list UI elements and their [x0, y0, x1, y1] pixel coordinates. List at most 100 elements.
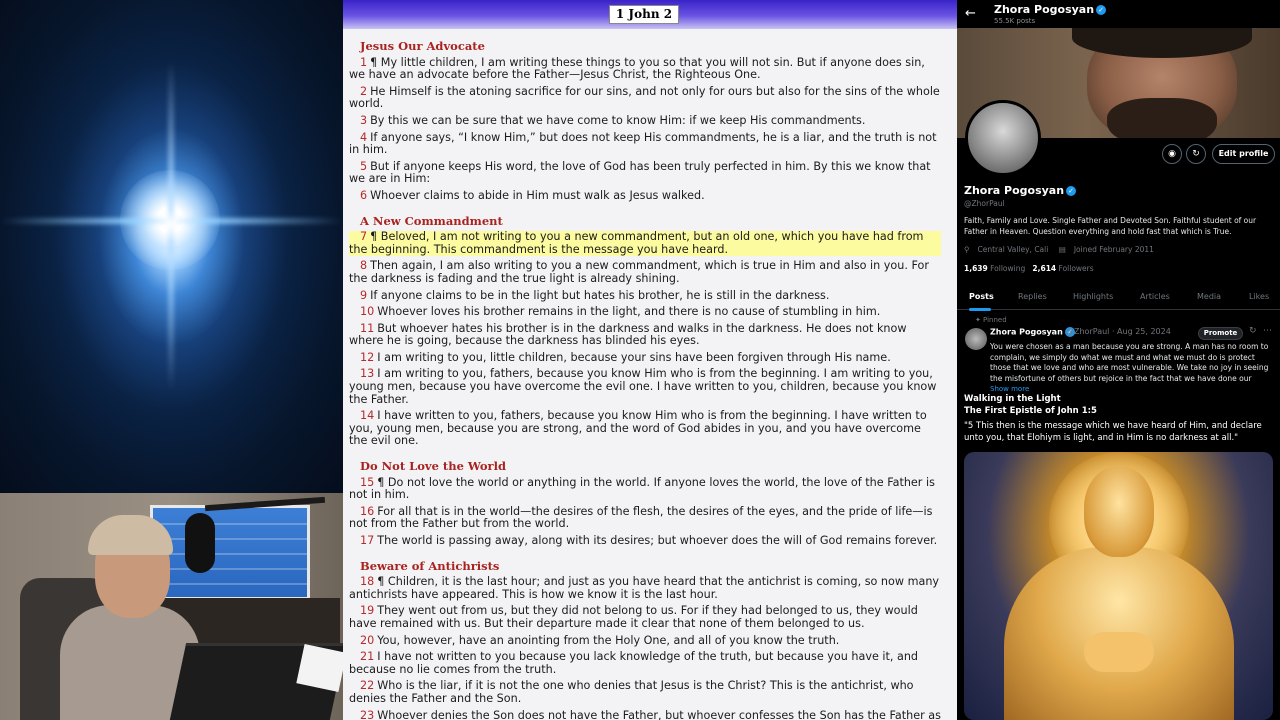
calendar-icon: ▤ — [1058, 245, 1066, 254]
tab-posts[interactable]: Posts — [969, 292, 994, 301]
verse-text: By this we can be sure that we have come… — [370, 113, 866, 127]
profile-meta: ⚲ Central Valley, Cali ▤ Joined February 2… — [964, 245, 1162, 254]
verse-number: 18 — [360, 575, 375, 589]
tab-media[interactable]: Media — [1197, 292, 1221, 301]
promote-button[interactable]: Promote — [1198, 327, 1243, 340]
verse-text: They went out from us, but they did not … — [349, 604, 918, 630]
following-count[interactable]: 1,639 — [964, 264, 988, 273]
verse[interactable]: 13 I am writing to you, fathers, because … — [349, 368, 941, 406]
verse[interactable]: 19 They went out from us, but they did no… — [349, 605, 941, 630]
verse-number: 12 — [360, 350, 375, 364]
profile-tabs: Posts Replies Highlights Articles Media … — [957, 286, 1280, 311]
pin-icon: ✦ — [975, 316, 981, 324]
post-text: You were chosen as a man because you are… — [990, 342, 1269, 383]
verse-number: 2 — [360, 84, 368, 98]
verse-number: 21 — [360, 650, 375, 664]
verse-text: I am writing to you, fathers, because yo… — [349, 367, 937, 406]
webcam-microphone — [185, 513, 215, 573]
post-card-title: Walking in the Light — [964, 394, 1061, 404]
verse-text: ¶ My little children, I am writing these… — [349, 55, 925, 82]
verse-number: 6 — [360, 188, 368, 202]
followers-label[interactable]: Followers — [1059, 264, 1094, 273]
arrow-left-icon[interactable]: ← — [965, 6, 976, 21]
verse[interactable]: 22 Who is the liar, if it is not the one … — [349, 680, 941, 705]
post-avatar[interactable] — [965, 328, 987, 350]
verse[interactable]: 9 If anyone claims to be in the light but… — [349, 288, 941, 303]
verse-number: 22 — [360, 679, 375, 693]
verse[interactable]: 17 The world is passing away, along with … — [349, 534, 941, 548]
verse[interactable]: 14 I have written to you, fathers, becaus… — [349, 409, 941, 448]
post-author[interactable]: Zhora Pogosyan — [990, 328, 1063, 337]
verse-text: For all that is in the world—the desires… — [349, 504, 933, 531]
verse[interactable]: 5 But if anyone keeps His word, the love … — [349, 160, 941, 186]
verse-text: If anyone claims to be in the light but … — [370, 288, 830, 302]
verse-text: You, however, have an anointing from the… — [377, 633, 840, 647]
verse-text: Who is the liar, if it is not the one wh… — [349, 679, 914, 705]
section-heading: Beware of Antichrists — [360, 558, 500, 573]
following-label[interactable]: Following — [990, 264, 1025, 273]
verse-text: Whoever claims to abide in Him must walk… — [370, 188, 705, 202]
verse[interactable]: 21 I have not written to you because you … — [349, 650, 941, 676]
verified-badge-icon: ✓ — [1066, 186, 1077, 196]
verse-number: 16 — [360, 504, 375, 518]
verse[interactable]: 23 Whoever denies the Son does not have t… — [349, 708, 941, 720]
banner-beard — [1107, 98, 1217, 138]
active-tab-indicator — [969, 308, 991, 311]
tab-replies[interactable]: Replies — [1018, 292, 1047, 301]
bible-reader: 1 John 2 Jesus Our Advocate 1 ¶ My little … — [343, 0, 957, 720]
webcam-feed — [0, 493, 343, 720]
tab-highlights[interactable]: Highlights — [1073, 292, 1113, 301]
camera-icon[interactable]: ◉ — [1162, 144, 1182, 164]
verse[interactable]: 1 ¶ My little children, I am writing thes… — [349, 55, 941, 82]
verse[interactable]: 11 But whoever hates his brother is in th… — [349, 321, 941, 348]
show-more-link[interactable]: Show more — [990, 385, 1029, 393]
verse-text: I am writing to you, little children, be… — [377, 350, 891, 364]
verse-text: ¶ Beloved, I am not writing to you a new… — [349, 230, 924, 256]
verse[interactable]: 15 ¶ Do not love the world or anything in… — [349, 475, 941, 502]
verse-text: If anyone says, “I know Him,” but does n… — [349, 130, 937, 157]
bible-content[interactable]: Jesus Our Advocate 1 ¶ My little children,… — [349, 38, 941, 720]
verse-number: 17 — [360, 534, 375, 547]
verse-text: Then again, I am also writing to you a n… — [349, 259, 929, 285]
tab-likes[interactable]: Likes — [1249, 292, 1269, 301]
edit-profile-button[interactable]: Edit profile — [1212, 144, 1275, 164]
verse[interactable]: 2 He Himself is the atoning sacrifice for… — [349, 84, 941, 111]
profile-bio: Faith, Family and Love. Single Father an… — [964, 216, 1257, 236]
tab-articles[interactable]: Articles — [1140, 292, 1170, 301]
verse-number: 15 — [360, 475, 375, 489]
verse[interactable]: 20 You, however, have an anointing from t… — [349, 633, 941, 648]
verse[interactable]: 6 Whoever claims to abide in Him must wal… — [349, 188, 941, 203]
more-options-icon[interactable]: ⋯ — [1263, 326, 1272, 336]
verse[interactable]: 12 I am writing to you, little children, … — [349, 350, 941, 365]
verse[interactable]: 8 Then again, I am also writing to you a … — [349, 260, 941, 285]
topbar-name: Zhora Pogosyan — [994, 3, 1095, 16]
verse[interactable]: 10 Whoever loves his brother remains in t… — [349, 305, 941, 319]
follow-counts: 1,639 Following 2,614 Followers — [964, 264, 1094, 273]
profile-handle: @ZhorPaul — [964, 199, 1005, 208]
verse-number: 4 — [360, 130, 368, 144]
verse[interactable]: 3 By this we can be sure that we have com… — [349, 113, 941, 128]
verse-text: I have not written to you because you la… — [349, 650, 919, 676]
post-image[interactable] — [964, 452, 1273, 720]
verse-number: 11 — [360, 321, 375, 335]
followers-count[interactable]: 2,614 — [1032, 264, 1056, 273]
verse[interactable]: 4 If anyone says, “I know Him,” but does … — [349, 130, 941, 157]
profile-joined: Joined February 2011 — [1073, 245, 1154, 254]
post-handle-date: @ZhorPaul · Aug 25, 2024 — [1066, 327, 1171, 336]
verse[interactable]: 7 ¶ Beloved, I am not writing to you a ne… — [349, 230, 941, 257]
grok-icon[interactable]: ↻ — [1249, 326, 1257, 336]
x-profile-panel: ← Zhora Pogosyan ✓ 55.5K posts ◉ ↻ Edit p… — [957, 0, 1280, 720]
section-heading: Jesus Our Advocate — [360, 39, 485, 53]
verse-number: 3 — [360, 113, 368, 127]
verse-number: 7 — [360, 230, 368, 244]
profile-avatar[interactable] — [965, 100, 1041, 176]
bell-icon[interactable]: ↻ — [1186, 144, 1206, 164]
verse-number: 9 — [360, 288, 368, 302]
profile-location: Central Valley, Cali — [977, 245, 1049, 254]
verse[interactable]: 16 For all that is in the world—the desir… — [349, 504, 941, 531]
verse[interactable]: 18 ¶ Children, it is the last hour; and j… — [349, 575, 941, 601]
verse-text: But whoever hates his brother is in the … — [349, 321, 907, 348]
display-name: Zhora Pogosyan — [964, 184, 1065, 197]
verse-text: Whoever denies the Son does not have the… — [377, 708, 941, 720]
